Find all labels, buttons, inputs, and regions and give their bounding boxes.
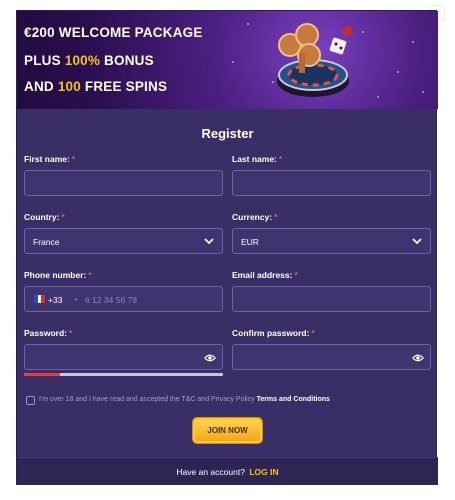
last-name-input[interactable] — [232, 170, 431, 196]
banner-line-2-pre: PLUS — [24, 53, 65, 68]
confirm-password-input[interactable] — [232, 344, 431, 370]
required-mark: * — [88, 270, 92, 280]
bonus-amount: €200 — [24, 25, 55, 40]
country-value: France — [33, 237, 60, 247]
promo-banner: €200 WELCOME PACKAGE PLUS 100% BONUS AND… — [17, 11, 438, 109]
currency-value: EUR — [241, 237, 259, 247]
email-input[interactable] — [232, 286, 431, 312]
first-name-label-text: First name: — [24, 154, 70, 164]
join-now-button[interactable]: JOIN NOW — [193, 418, 262, 443]
banner-line-3-post: FREE SPINS — [80, 79, 168, 94]
phone-placeholder: 6 12 34 56 78 — [85, 295, 137, 305]
password-strength-fill — [24, 373, 60, 376]
login-prompt: Have an account? LOG IN — [17, 467, 438, 477]
required-mark: * — [69, 328, 73, 338]
required-mark: * — [61, 212, 65, 222]
country-select[interactable]: France — [24, 228, 223, 254]
free-spins-count: 100 — [57, 79, 81, 94]
banner-line-1: €200 WELCOME PACKAGE — [24, 25, 203, 40]
phone-input[interactable]: +33 • 6 12 34 56 78 — [24, 286, 223, 312]
login-link[interactable]: LOG IN — [249, 467, 278, 477]
france-flag-icon[interactable] — [34, 295, 46, 303]
phone-label-text: Phone number: — [24, 270, 87, 280]
login-footer: Have an account? LOG IN — [17, 457, 438, 485]
password-input[interactable] — [24, 344, 223, 370]
banner-line-2-post: BONUS — [100, 53, 154, 68]
password-label: Password: * — [24, 328, 72, 338]
currency-select[interactable]: EUR — [232, 228, 431, 254]
phone-separator: • — [75, 297, 78, 304]
password-strength-bar — [24, 373, 223, 376]
terms-link[interactable]: Terms and Conditions — [257, 396, 330, 403]
chevron-down-icon — [204, 238, 214, 245]
last-name-label: Last name: * — [232, 154, 282, 164]
eye-icon[interactable] — [204, 353, 216, 363]
confirm-password-label: Confirm password: * — [232, 328, 315, 338]
form-title: Register — [201, 126, 254, 141]
banner-line-3: AND 100 FREE SPINS — [24, 79, 167, 94]
required-mark: * — [274, 212, 278, 222]
email-label-text: Email address: — [232, 270, 293, 280]
banner-line-2: PLUS 100% BONUS — [24, 53, 154, 68]
country-label: Country: * — [24, 212, 65, 222]
register-modal: €200 WELCOME PACKAGE PLUS 100% BONUS AND… — [16, 10, 438, 485]
have-account-text: Have an account? — [176, 467, 245, 477]
email-label: Email address: * — [232, 270, 298, 280]
last-name-label-text: Last name: — [232, 154, 277, 164]
bonus-percent: 100% — [64, 53, 101, 68]
currency-label: Currency: * — [232, 212, 277, 222]
banner-line-3-pre: AND — [24, 79, 58, 94]
required-mark: * — [71, 154, 76, 164]
country-label-text: Country: — [24, 212, 60, 222]
required-mark: * — [311, 328, 315, 338]
required-mark: * — [278, 154, 283, 164]
terms-checkbox[interactable] — [26, 396, 35, 405]
first-name-input[interactable] — [24, 170, 223, 196]
terms-text-body: I'm over 18 and I have read and accepted… — [39, 396, 257, 403]
eye-icon[interactable] — [412, 353, 424, 363]
terms-text: I'm over 18 and I have read and accepted… — [39, 396, 330, 403]
phone-country-code[interactable]: +33 — [48, 295, 62, 305]
chevron-down-icon — [412, 238, 422, 245]
currency-label-text: Currency: — [232, 212, 273, 222]
banner-line-1-text: WELCOME PACKAGE — [54, 25, 203, 40]
phone-label: Phone number: * — [24, 270, 92, 280]
password-label-text: Password: — [24, 328, 67, 338]
casino-chips-icon — [277, 23, 353, 97]
required-mark: * — [294, 270, 298, 280]
first-name-label: First name: * — [24, 154, 75, 164]
confirm-password-label-text: Confirm password: — [232, 328, 310, 338]
